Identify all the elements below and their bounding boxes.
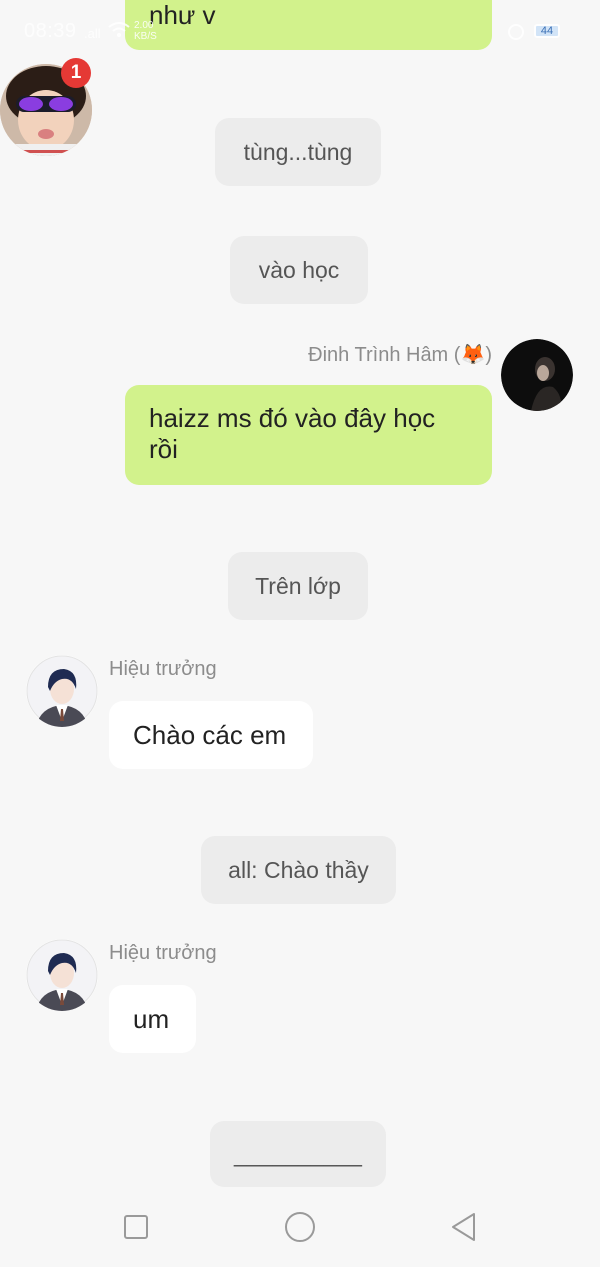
sender-name-principal: Hiệu trưởng (109, 942, 217, 964)
scene-pill-vao-hoc[interactable]: vào học (230, 236, 368, 304)
wifi-icon (108, 22, 130, 37)
scene-text: vào học (258, 256, 340, 283)
scene-text: __________ (234, 1140, 362, 1167)
sender-name-user: Đinh Trình Hâm (🦊) (308, 344, 492, 366)
battery-level: 44 (540, 25, 554, 37)
status-bar: 08:39 .all 2.00 KB/S 44 (0, 0, 600, 64)
message-bubble-principal[interactable]: um (109, 985, 196, 1053)
scene-text: all: Chào thầy (228, 856, 369, 883)
alarm-icon (508, 24, 524, 40)
notification-badge: 1 (61, 58, 91, 88)
principal-avatar[interactable] (26, 655, 98, 727)
sender-name-principal: Hiệu trưởng (109, 658, 217, 680)
message-text: um (133, 1004, 170, 1034)
message-text: haizz ms đó vào đây học rồi (149, 403, 436, 464)
scene-pill-blank[interactable]: __________ (210, 1121, 386, 1187)
recent-apps-icon[interactable] (124, 1215, 148, 1239)
home-icon[interactable] (285, 1212, 315, 1242)
principal-avatar[interactable] (26, 939, 98, 1011)
scene-pill-tren-lop[interactable]: Trên lớp (228, 552, 368, 620)
back-icon[interactable] (450, 1212, 478, 1242)
chat-head[interactable]: 1 (0, 58, 92, 164)
user-avatar[interactable] (501, 339, 573, 411)
message-text: Chào các em (133, 720, 287, 750)
signal-icon: .all (84, 26, 101, 41)
scene-text: tùng...tùng (243, 138, 353, 165)
message-bubble-user[interactable]: haizz ms đó vào đây học rồi (125, 385, 492, 485)
status-time: 08:39 (24, 20, 77, 42)
scene-pill-tung[interactable]: tùng...tùng (215, 118, 381, 186)
network-speed: 2.00 KB/S (134, 20, 157, 42)
scene-text: Trên lớp (255, 572, 341, 599)
message-bubble-principal[interactable]: Chào các em (109, 701, 313, 769)
scene-pill-chao-thay[interactable]: all: Chào thầy (201, 836, 396, 904)
